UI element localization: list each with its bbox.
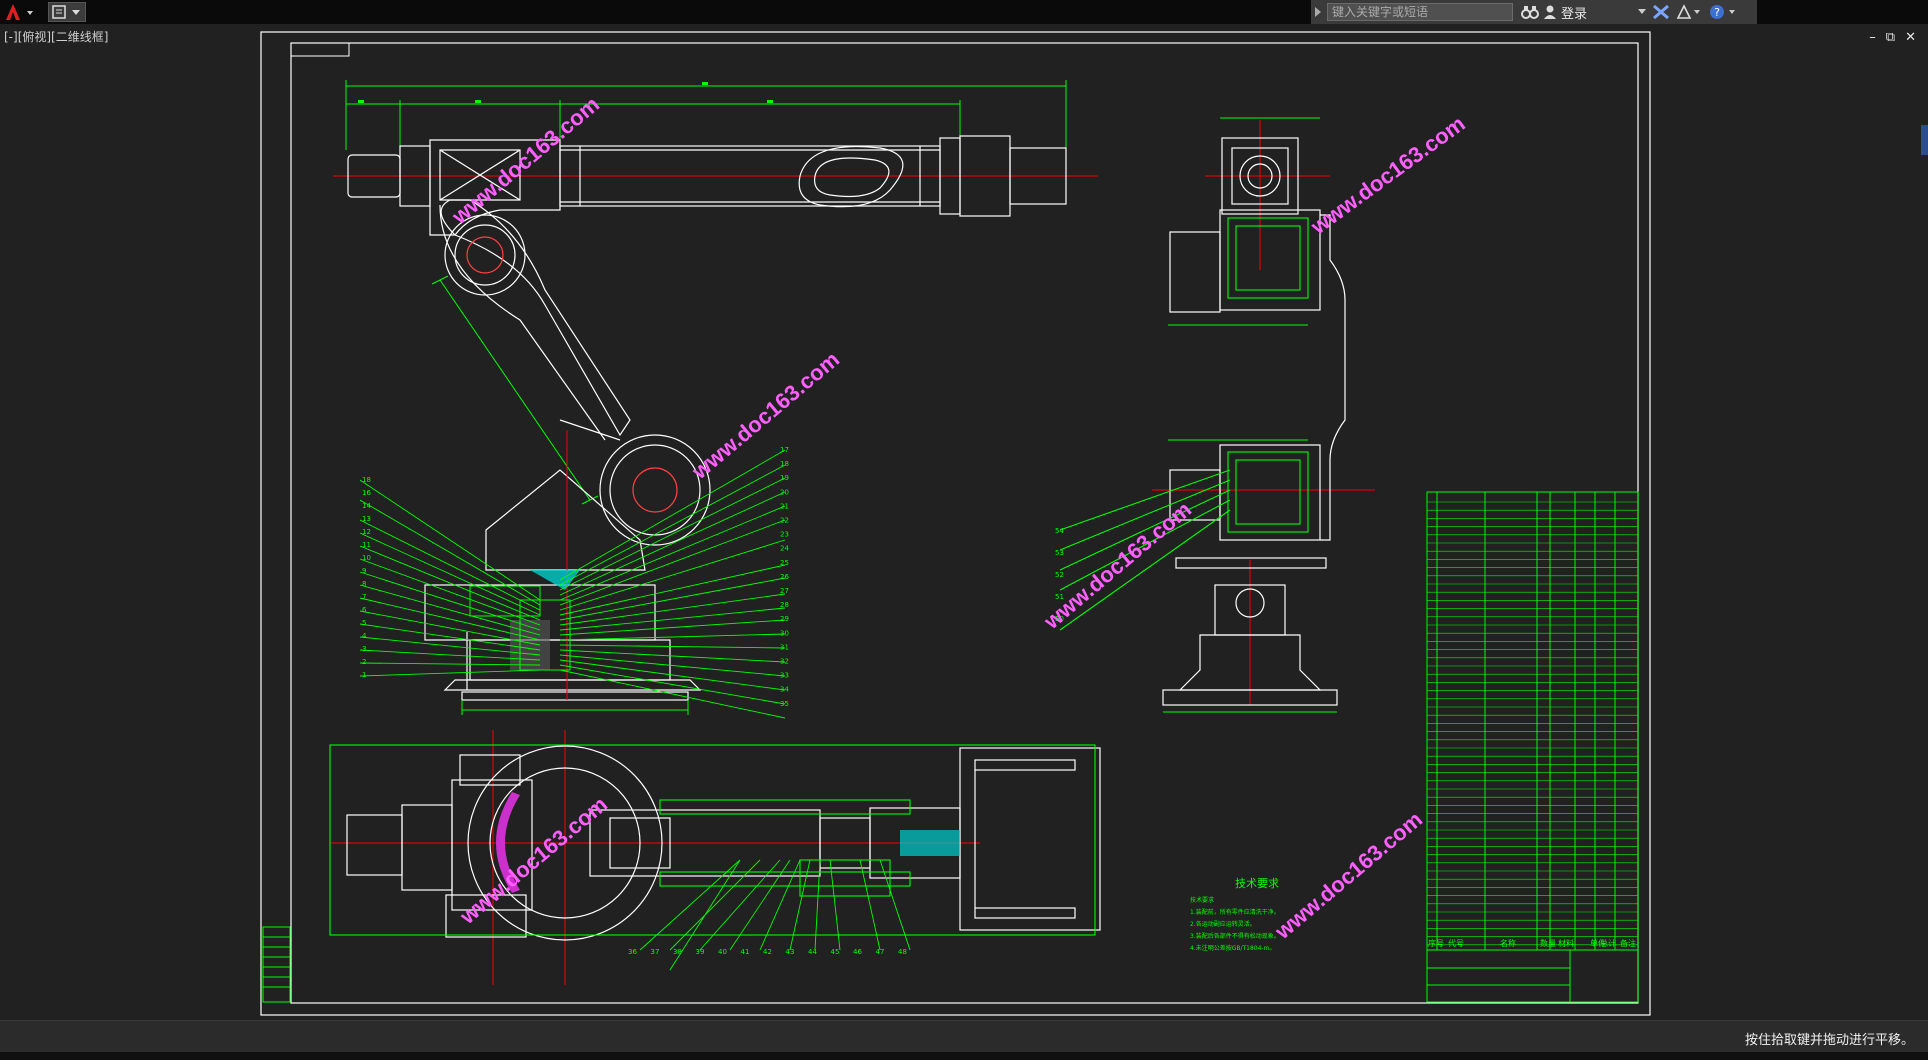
callout-number: 28 <box>780 601 789 609</box>
callout-number: 44 <box>808 948 817 956</box>
callout-number: 24 <box>780 545 789 553</box>
callout-number: 19 <box>780 474 789 482</box>
callout-number: 43 <box>786 948 795 956</box>
callout-number: 10 <box>362 554 371 562</box>
bom-header-cell: 代号 <box>1448 938 1464 948</box>
bom-header-cell: 序号 <box>1428 938 1444 948</box>
callout-number: 4 <box>362 632 367 640</box>
callout-number: 36 <box>628 948 637 956</box>
callout-number: 18 <box>780 460 789 468</box>
callout-number: 52 <box>1055 571 1064 579</box>
callout-number: 27 <box>780 587 789 595</box>
callout-number: 41 <box>741 948 750 956</box>
callout-number: 12 <box>362 528 371 536</box>
front-view-robot-arm <box>333 80 1098 719</box>
callout-number: 32 <box>780 658 789 666</box>
callout-number: 47 <box>876 948 885 956</box>
bom-header-cell: 备注 <box>1620 938 1636 948</box>
callout-number: 22 <box>780 517 789 525</box>
callout-number: 40 <box>718 948 727 956</box>
callout-number: 2 <box>362 658 366 666</box>
bom-header-cell: 名称 <box>1500 938 1516 948</box>
paper-border <box>260 31 1651 1016</box>
callout-number: 42 <box>763 948 772 956</box>
bom-header-cell: 总计 <box>1600 938 1616 948</box>
callout-number: 8 <box>362 580 366 588</box>
watermark: www.doc163.com <box>1305 111 1469 240</box>
callout-number: 38 <box>673 948 682 956</box>
callout-number: 3 <box>362 645 366 653</box>
callout-number: 45 <box>831 948 840 956</box>
bottom-strip <box>0 1052 1928 1060</box>
bom-header: 序号 代号 名称 数量 材料 单件总计 备注 <box>1428 938 1636 948</box>
callout-number: 6 <box>362 606 367 614</box>
callout-number: 7 <box>362 593 366 601</box>
bom-header-cell: 数量 <box>1540 938 1556 948</box>
status-bar: 按住拾取键并拖动进行平移。 <box>0 1020 1928 1053</box>
callout-number: 5 <box>362 619 366 627</box>
tech-requirement-line: 1.装配前，所有零件应清洗干净。 <box>1190 908 1280 916</box>
callout-number: 33 <box>780 672 789 680</box>
callout-number: 1 <box>362 671 366 679</box>
tech-requirements-title: 技术要求 <box>1235 877 1279 890</box>
callout-number: 54 <box>1055 527 1064 535</box>
bom-header-cell: 材料 <box>1558 938 1574 948</box>
callout-number: 16 <box>362 489 371 497</box>
watermark: www.doc163.com <box>454 792 612 930</box>
callout-number: 9 <box>362 567 366 575</box>
callout-number: 18 <box>362 476 371 484</box>
status-message: 按住拾取键并拖动进行平移。 <box>1744 1033 1914 1048</box>
callout-number: 39 <box>696 948 705 956</box>
callout-number: 35 <box>780 700 789 708</box>
parts-list-table <box>1426 491 1639 1003</box>
watermark: www.doc163.com <box>686 347 844 485</box>
callout-number: 14 <box>362 502 371 510</box>
callout-number: 53 <box>1055 549 1064 557</box>
callout-number: 20 <box>780 488 789 496</box>
callout-number: 23 <box>780 531 789 539</box>
callout-number: 31 <box>780 643 789 651</box>
callout-number: 13 <box>362 515 371 523</box>
callout-number: 26 <box>780 573 789 581</box>
tech-requirement-line: 4.未注明公差按GB/T1804-m。 <box>1190 944 1275 952</box>
callout-number: 37 <box>651 948 660 956</box>
drawing-canvas[interactable]: 序号 代号 名称 数量 材料 单件总计 备注 技术要求 技术要求1.装配前，所有零件应清洗干… <box>0 0 1928 1020</box>
callout-number: 46 <box>853 948 862 956</box>
callout-number: 17 <box>780 446 789 454</box>
callout-number: 30 <box>780 629 789 637</box>
palette-tab[interactable] <box>1921 125 1928 155</box>
tech-requirement-line: 2.各运动副应运转灵活。 <box>1190 920 1256 928</box>
tech-requirement-line: 3.装配后各部件不得有松动现象。 <box>1190 932 1280 940</box>
tech-requirements-list: 技术要求 1.装配前，所有零件应清洗干净。 2.各运动副应运转灵活。 3.装配后各部件… <box>1190 896 1280 952</box>
tech-requirement-line: 技术要求 <box>1190 896 1214 904</box>
top-view-robot-arm <box>329 730 1101 985</box>
callout-number: 48 <box>898 948 907 956</box>
callout-number: 11 <box>362 541 371 549</box>
watermark: www.doc163.com <box>1038 497 1196 635</box>
binding-strip <box>262 926 291 1003</box>
callout-number: 21 <box>780 502 789 510</box>
watermark: www.doc163.com <box>1269 807 1427 945</box>
callout-number: 25 <box>780 559 789 567</box>
callout-number: 29 <box>780 615 789 623</box>
callout-number: 34 <box>780 686 789 694</box>
